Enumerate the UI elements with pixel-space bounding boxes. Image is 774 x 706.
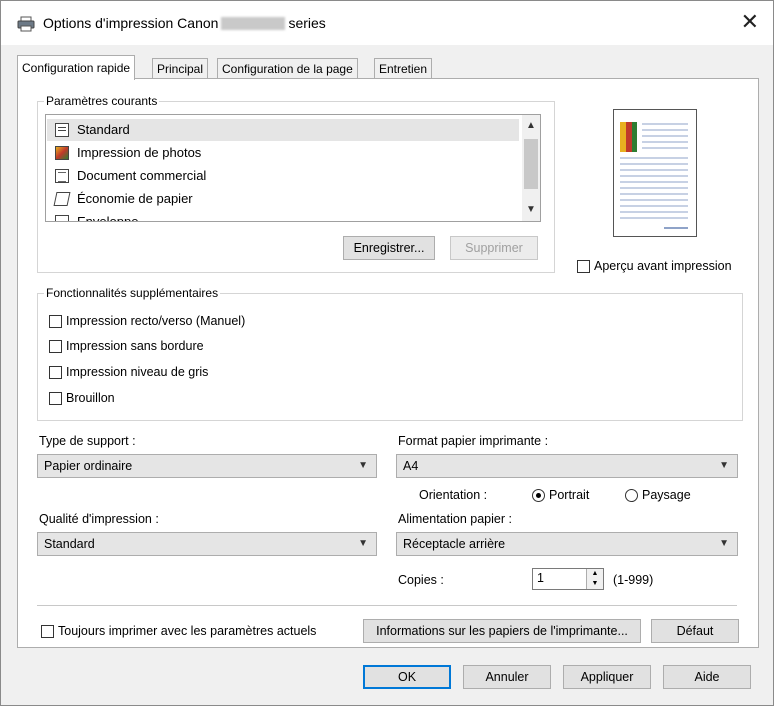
print-quality-label: Qualité d'impression : <box>39 512 159 526</box>
list-item-business[interactable]: Document commercial <box>47 165 519 187</box>
list-item-standard[interactable]: Standard <box>47 119 519 141</box>
always-print-checkbox[interactable]: Toujours imprimer avec les paramètres ac… <box>41 623 316 639</box>
close-button[interactable]: ✕ <box>741 9 759 35</box>
additional-features-label: Fonctionnalités supplémentaires <box>44 286 221 300</box>
grayscale-checkbox-box[interactable] <box>49 366 62 379</box>
help-button[interactable]: Aide <box>663 665 751 689</box>
paper-saving-icon <box>53 192 71 206</box>
apply-button[interactable]: Appliquer <box>563 665 651 689</box>
photo-icon <box>55 146 69 160</box>
print-quality-select[interactable]: Standard ▼ <box>37 532 377 556</box>
landscape-radio[interactable]: Paysage <box>625 487 691 503</box>
standard-doc-icon <box>55 123 69 137</box>
tab-page-setup[interactable]: Configuration de la page <box>217 58 358 79</box>
portrait-radio[interactable]: Portrait <box>532 487 589 503</box>
scroll-thumb[interactable] <box>524 139 538 189</box>
paper-source-select[interactable]: Réceptacle arrière ▼ <box>396 532 738 556</box>
redacted-model <box>221 17 286 30</box>
delete-button: Supprimer <box>450 236 538 260</box>
landscape-radio-dot[interactable] <box>625 489 638 502</box>
list-scrollbar[interactable]: ▲ ▼ <box>522 115 540 221</box>
separator <box>37 605 737 606</box>
scroll-down-icon[interactable]: ▼ <box>522 201 540 219</box>
title-bar: Options d'impression Canon series ✕ <box>1 1 773 45</box>
list-item-photo[interactable]: Impression de photos <box>47 142 519 164</box>
printer-icon <box>17 16 35 32</box>
preview-checkbox-box[interactable] <box>577 260 590 273</box>
copies-value[interactable]: 1 <box>537 571 544 585</box>
list-item-envelope[interactable]: Enveloppe <box>47 211 519 221</box>
preview-checkbox[interactable]: Aperçu avant impression <box>577 258 732 274</box>
default-button[interactable]: Défaut <box>651 619 739 643</box>
paper-size-label: Format papier imprimante : <box>398 434 549 448</box>
current-settings-list[interactable]: Standard Impression de photos Document c… <box>45 114 541 222</box>
current-settings-label: Paramètres courants <box>44 94 160 108</box>
portrait-radio-dot[interactable] <box>532 489 545 502</box>
cancel-button[interactable]: Annuler <box>463 665 551 689</box>
copies-label: Copies : <box>398 573 444 587</box>
chevron-down-icon: ▼ <box>358 460 368 471</box>
increment-icon[interactable]: ▲ <box>587 569 603 579</box>
envelope-icon <box>55 215 69 221</box>
save-button[interactable]: Enregistrer... <box>343 236 435 260</box>
orientation-label: Orientation : <box>419 488 488 502</box>
duplex-checkbox[interactable]: Impression recto/verso (Manuel) <box>49 313 245 329</box>
draft-checkbox[interactable]: Brouillon <box>49 390 115 406</box>
chevron-down-icon: ▼ <box>719 538 729 549</box>
paper-info-button[interactable]: Informations sur les papiers de l'imprim… <box>363 619 641 643</box>
copies-stepper[interactable]: 1 ▲ ▼ <box>532 568 604 590</box>
draft-checkbox-box[interactable] <box>49 392 62 405</box>
duplex-checkbox-box[interactable] <box>49 315 62 328</box>
list-item-paper-saving[interactable]: Économie de papier <box>47 188 519 210</box>
borderless-checkbox[interactable]: Impression sans bordure <box>49 338 204 354</box>
page-preview-image <box>620 122 688 229</box>
grayscale-checkbox[interactable]: Impression niveau de gris <box>49 364 208 380</box>
print-options-dialog: Options d'impression Canon series ✕ Confi… <box>0 0 774 706</box>
always-print-checkbox-box[interactable] <box>41 625 54 638</box>
media-type-label: Type de support : <box>39 434 136 448</box>
copies-stepper-buttons: ▲ ▼ <box>586 569 603 589</box>
business-doc-icon <box>55 169 69 183</box>
window-title: Options d'impression Canon series <box>43 15 326 31</box>
media-type-select[interactable]: Papier ordinaire ▼ <box>37 454 377 478</box>
paper-source-label: Alimentation papier : <box>398 512 512 526</box>
borderless-checkbox-box[interactable] <box>49 340 62 353</box>
tab-main[interactable]: Principal <box>152 58 209 79</box>
page-preview <box>613 109 697 237</box>
scroll-up-icon[interactable]: ▲ <box>522 117 540 135</box>
copies-range: (1-999) <box>613 573 654 587</box>
decrement-icon[interactable]: ▼ <box>587 579 603 589</box>
tab-quick-setup[interactable]: Configuration rapide <box>17 55 136 80</box>
paper-size-select[interactable]: A4 ▼ <box>396 454 738 478</box>
chevron-down-icon: ▼ <box>719 460 729 471</box>
chevron-down-icon: ▼ <box>358 538 368 549</box>
tab-maintenance[interactable]: Entretien <box>374 58 433 79</box>
ok-button[interactable]: OK <box>363 665 451 689</box>
